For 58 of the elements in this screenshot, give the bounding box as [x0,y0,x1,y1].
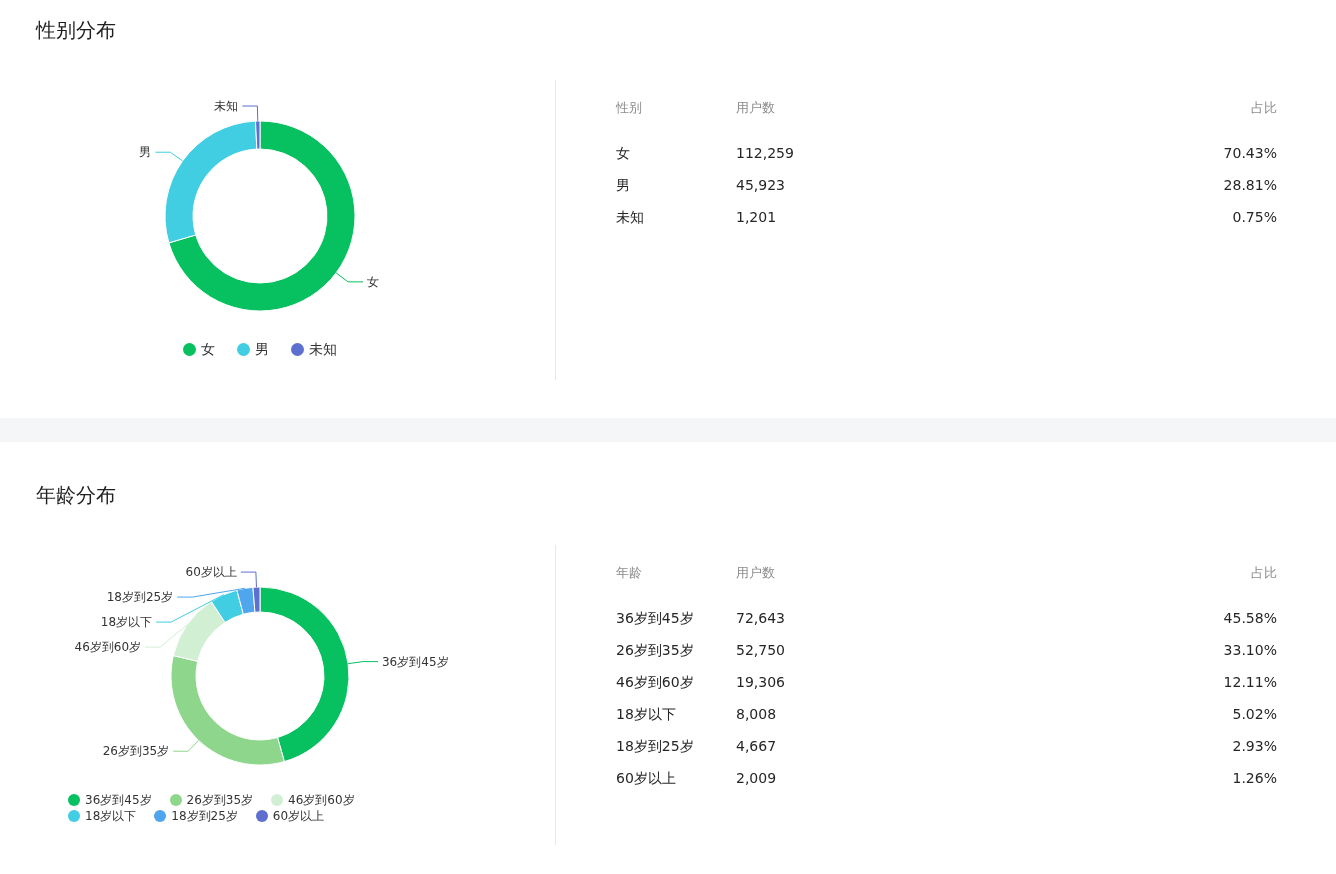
table-cell-text: 46岁到60岁 [616,672,695,692]
table-cell-text: 112,259 [736,143,794,163]
leader-line [335,272,364,283]
slice-label: 未知 [214,99,239,114]
slice-label: 26岁到35岁 [102,744,170,759]
table-cell-text: 男 [616,175,631,195]
legend-item[interactable]: 未知 [291,339,337,360]
legend-item[interactable]: 女 [183,339,215,360]
slice-label: 46岁到60岁 [74,640,142,655]
table-cell-text: 19,306 [736,672,785,692]
table-cell-text: 33.10% [1223,640,1277,660]
legend-item[interactable]: 26岁到35岁 [169,792,254,808]
table-cell-text: 18岁到25岁 [616,736,695,756]
leader-line [154,151,184,162]
table-cell-text: 1.26% [1232,768,1277,788]
slice-label: 60岁以上 [185,565,237,580]
leader-line [241,105,259,122]
slice-label: 36岁到45岁 [382,654,449,669]
table-cell-text: 72,643 [736,608,785,628]
table-cell-text: 4,667 [736,736,777,756]
table-cell-text: 52,750 [736,640,785,660]
table-cell-text: 5.02% [1232,704,1277,724]
legend-item[interactable]: 60岁以上 [255,808,325,824]
table-cell-text: 45,923 [736,175,785,195]
legend-item[interactable]: 18岁到25岁 [154,808,238,824]
table-cell-text: 0.75% [1232,207,1277,227]
table-cell-text: 36岁到45岁 [616,608,695,628]
table-cell-text: 45.58% [1223,608,1277,628]
legend-item[interactable]: 男 [237,339,269,360]
table-cell-text: 18岁以下 [616,704,677,724]
table-cell-text: 8,008 [736,704,777,724]
table-cell-text: 1,201 [736,207,777,227]
section-title: 性别分布 [36,17,117,44]
legend-item[interactable]: 18岁以下 [68,808,137,824]
column-header: 用户数 [736,99,775,117]
slice-label: 男 [139,145,152,160]
column-header: 占比 [1251,564,1277,582]
table-cell-text: 2,009 [736,768,777,788]
table-cell-text: 12.11% [1223,672,1277,692]
slice-label: 18岁以下 [100,615,153,630]
table-cell-text: 60岁以上 [616,768,677,788]
column-header: 用户数 [736,564,775,582]
legend-item[interactable]: 36岁到45岁 [68,792,152,808]
column-header: 占比 [1251,99,1277,117]
table-cell-text: 26岁到35岁 [616,640,695,660]
table-cell-text: 28.81% [1223,175,1277,195]
legend-item[interactable]: 46岁到60岁 [271,792,355,808]
table-cell-text: 2.93% [1232,736,1277,756]
leader-line [172,739,200,752]
table-cell-text: 未知 [616,207,645,227]
column-header: 年龄 [616,564,643,582]
leader-line [347,661,379,665]
table-cell-text: 70.43% [1223,143,1277,163]
slice-label: 女 [367,274,380,289]
slice-label: 18岁到25岁 [106,590,174,605]
section-title: 年龄分布 [36,482,117,509]
column-header: 性别 [616,99,643,117]
table-cell-text: 女 [616,143,631,163]
